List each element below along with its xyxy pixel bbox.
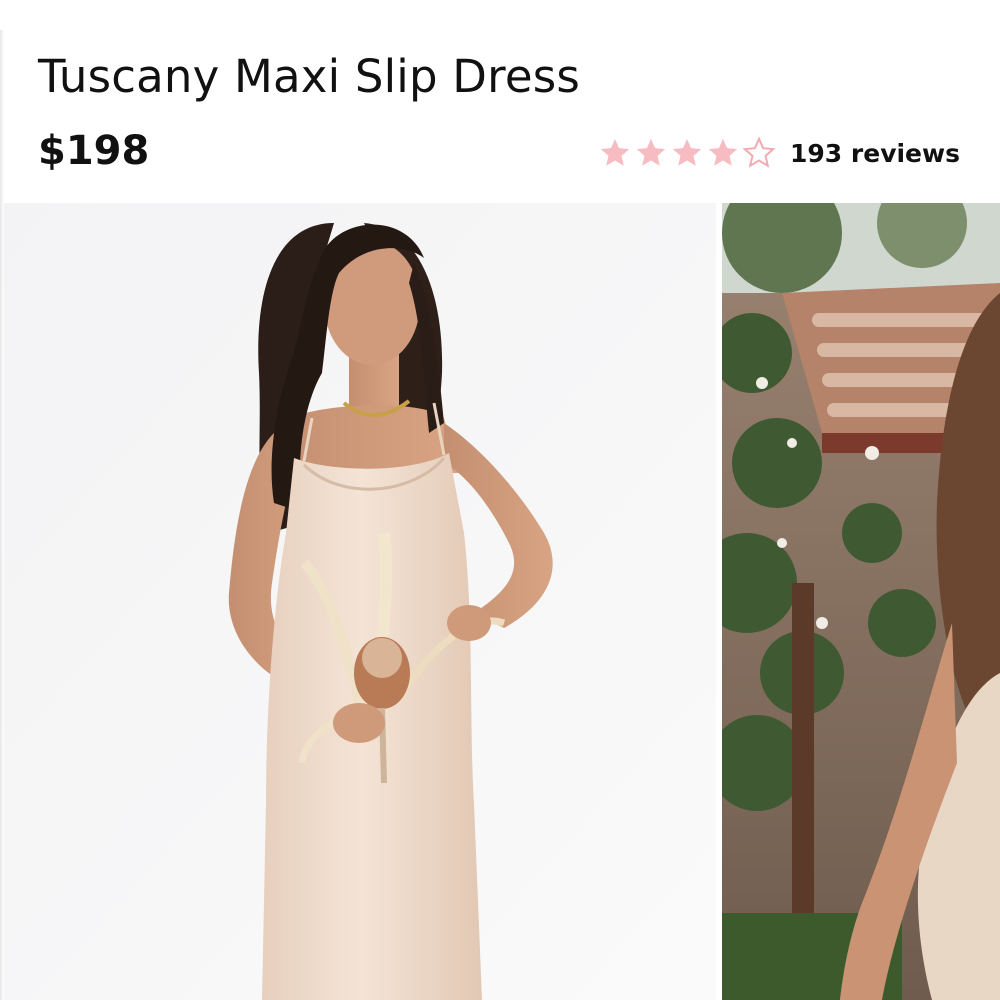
product-page: Tuscany Maxi Slip Dress $198 193 reviews (0, 0, 1000, 1000)
rating-summary: 193 reviews (598, 134, 960, 172)
product-title: Tuscany Maxi Slip Dress (38, 50, 581, 103)
secondary-product-image[interactable] (722, 203, 1000, 1000)
star-icon (708, 138, 738, 166)
star-rating[interactable] (598, 136, 778, 170)
star-icon (600, 138, 630, 166)
star-outline-icon (742, 136, 776, 168)
product-price: $198 (38, 128, 150, 174)
main-product-image[interactable] (4, 203, 716, 1000)
star-icon (636, 138, 666, 166)
star-icon (672, 138, 702, 166)
model-photo-outdoor (722, 203, 1000, 1000)
model-photo-studio (4, 203, 716, 1000)
reviews-link[interactable]: 193 reviews (790, 139, 960, 168)
